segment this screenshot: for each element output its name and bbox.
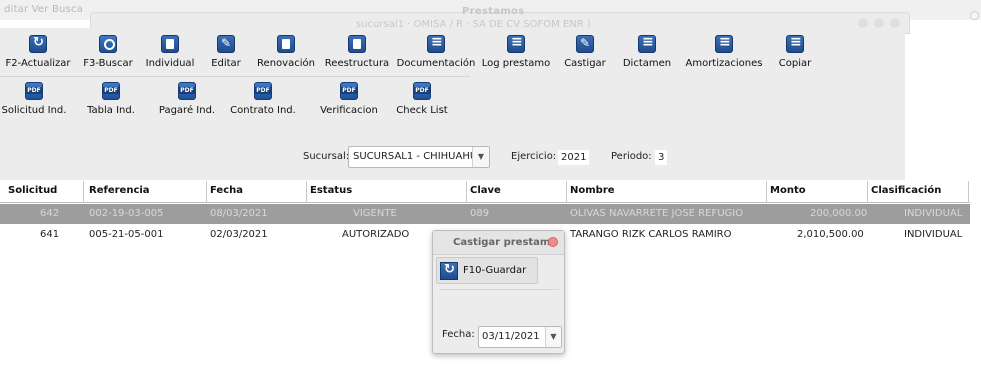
edit-icon: [217, 35, 235, 53]
list-icon: [507, 34, 525, 53]
sucursal-select[interactable]: SUCURSAL1 - CHIHUAHUA ▼: [348, 146, 490, 168]
column-header-clasificacion[interactable]: Clasificación: [871, 185, 941, 196]
cell-nombre: OLIVAS NAVARRETE JOSE REFUGIO: [570, 208, 744, 219]
castigar-prestamo-dialog: Castigar prestamo F10-Guardar Fecha: 03/…: [432, 230, 565, 354]
pdf-icon: [102, 82, 120, 100]
amortizaciones-button[interactable]: Amortizaciones: [678, 31, 770, 75]
close-icon[interactable]: [548, 237, 558, 247]
pdf-icon: [25, 82, 43, 100]
document-icon: [277, 35, 295, 53]
column-header-monto[interactable]: Monto: [770, 185, 806, 196]
cell-referencia: 002-19-03-005: [89, 208, 164, 219]
list-icon: [638, 34, 656, 53]
dialog-title: Castigar prestamo: [453, 237, 558, 248]
column-divider: [83, 181, 84, 203]
fecha-date-picker[interactable]: 03/11/2021 ▼: [478, 326, 562, 348]
dictamen-button[interactable]: Dictamen: [616, 31, 678, 75]
cell-monto: 2,010,500.00: [797, 229, 864, 240]
search-icon: [99, 35, 117, 53]
list-icon: [427, 34, 445, 53]
copiar-button[interactable]: Copiar: [770, 31, 820, 75]
background-scroll-indicator: [970, 11, 979, 20]
pdf-icon: [413, 82, 431, 100]
column-divider: [466, 181, 467, 203]
cell-solicitud: 642: [40, 208, 60, 219]
document-icon: [348, 35, 366, 53]
toolbar-row-1: F2-Actualizar F3-Buscar Individual Edita…: [0, 31, 820, 75]
sucursal-value: SUCURSAL1 - CHIHUAHUA: [353, 151, 473, 162]
table-header: Solicitud Referencia Fecha Estatus Clave…: [0, 181, 970, 203]
list-icon: [715, 34, 733, 53]
cell-referencia: 005-21-05-001: [89, 229, 164, 240]
column-header-clave[interactable]: Clave: [470, 185, 501, 196]
cell-fecha: 08/03/2021: [210, 208, 268, 219]
cell-clasificacion: INDIVIDUAL: [904, 208, 963, 219]
sucursal-label: Sucursal:: [303, 151, 350, 162]
check-list-button[interactable]: Check List: [392, 78, 452, 122]
column-divider: [306, 181, 307, 203]
background-menu: ditar Ver Busca: [4, 4, 84, 15]
edit-icon: [576, 35, 594, 53]
column-header-nombre[interactable]: Nombre: [570, 185, 615, 196]
individual-button[interactable]: Individual: [140, 31, 200, 75]
window-title: Prestamos: [462, 6, 525, 17]
tabla-ind-button[interactable]: Tabla Ind.: [68, 78, 154, 122]
chevron-down-icon[interactable]: ▼: [472, 147, 489, 167]
guardar-button[interactable]: F10-Guardar: [436, 257, 538, 284]
ejercicio-label: Ejercicio:: [511, 151, 557, 162]
save-icon: [440, 261, 458, 280]
column-divider: [968, 181, 969, 203]
documentacion-button[interactable]: Documentación: [394, 31, 478, 75]
contrato-ind-button[interactable]: Contrato Ind.: [220, 78, 306, 122]
column-header-solicitud[interactable]: Solicitud: [8, 185, 57, 196]
editar-button[interactable]: Editar: [200, 31, 252, 75]
renovacion-button[interactable]: Renovación: [252, 31, 320, 75]
column-divider: [766, 181, 767, 203]
toolbar-divider: [0, 76, 470, 77]
column-divider: [206, 181, 207, 203]
cell-clave: 089: [470, 208, 490, 219]
reestructura-button[interactable]: Reestructura: [320, 31, 394, 75]
verificacion-button[interactable]: Verificacion: [306, 78, 392, 122]
column-divider: [566, 181, 567, 203]
cell-clasificacion: INDIVIDUAL: [904, 229, 963, 240]
periodo-field[interactable]: 3: [655, 150, 668, 165]
pdf-icon: [340, 82, 358, 100]
column-header-estatus[interactable]: Estatus: [310, 185, 352, 196]
fecha-value: 03/11/2021: [482, 331, 540, 342]
pagare-ind-button[interactable]: Pagaré Ind.: [154, 78, 220, 122]
document-icon: [161, 35, 179, 53]
dialog-divider: [439, 289, 559, 290]
table-row[interactable]: 642 002-19-03-005 08/03/2021 VIGENTE 089…: [0, 204, 970, 224]
fecha-label: Fecha:: [442, 329, 475, 340]
cell-solicitud: 641: [40, 229, 60, 240]
cell-monto: 200,000.00: [810, 208, 868, 219]
toolbar-row-2: Solicitud Ind. Tabla Ind. Pagaré Ind. Co…: [0, 78, 452, 122]
dialog-titlebar[interactable]: Castigar prestamo: [433, 231, 564, 255]
column-divider: [867, 181, 868, 203]
cell-estatus: VIGENTE: [353, 208, 397, 219]
app-root: ditar Ver Busca sucursal1 · OMISA / R · …: [0, 0, 981, 369]
cell-estatus: AUTORIZADO: [342, 229, 410, 240]
castigar-button[interactable]: Castigar: [554, 31, 616, 75]
pdf-icon: [178, 82, 196, 100]
periodo-label: Periodo:: [611, 151, 652, 162]
cell-nombre: TARANGO RIZK CARLOS RAMIRO: [570, 229, 732, 240]
column-header-fecha[interactable]: Fecha: [210, 185, 243, 196]
actualizar-button[interactable]: F2-Actualizar: [0, 31, 76, 75]
list-icon: [786, 34, 804, 53]
cell-fecha: 02/03/2021: [210, 229, 268, 240]
chevron-down-icon[interactable]: ▼: [545, 327, 561, 347]
column-header-referencia[interactable]: Referencia: [89, 185, 150, 196]
log-prestamo-button[interactable]: Log prestamo: [478, 31, 554, 75]
refresh-icon: [29, 35, 47, 53]
ejercicio-field[interactable]: 2021: [558, 150, 590, 165]
solicitud-ind-button[interactable]: Solicitud Ind.: [0, 78, 68, 122]
buscar-button[interactable]: F3-Buscar: [76, 31, 140, 75]
pdf-icon: [254, 82, 272, 100]
